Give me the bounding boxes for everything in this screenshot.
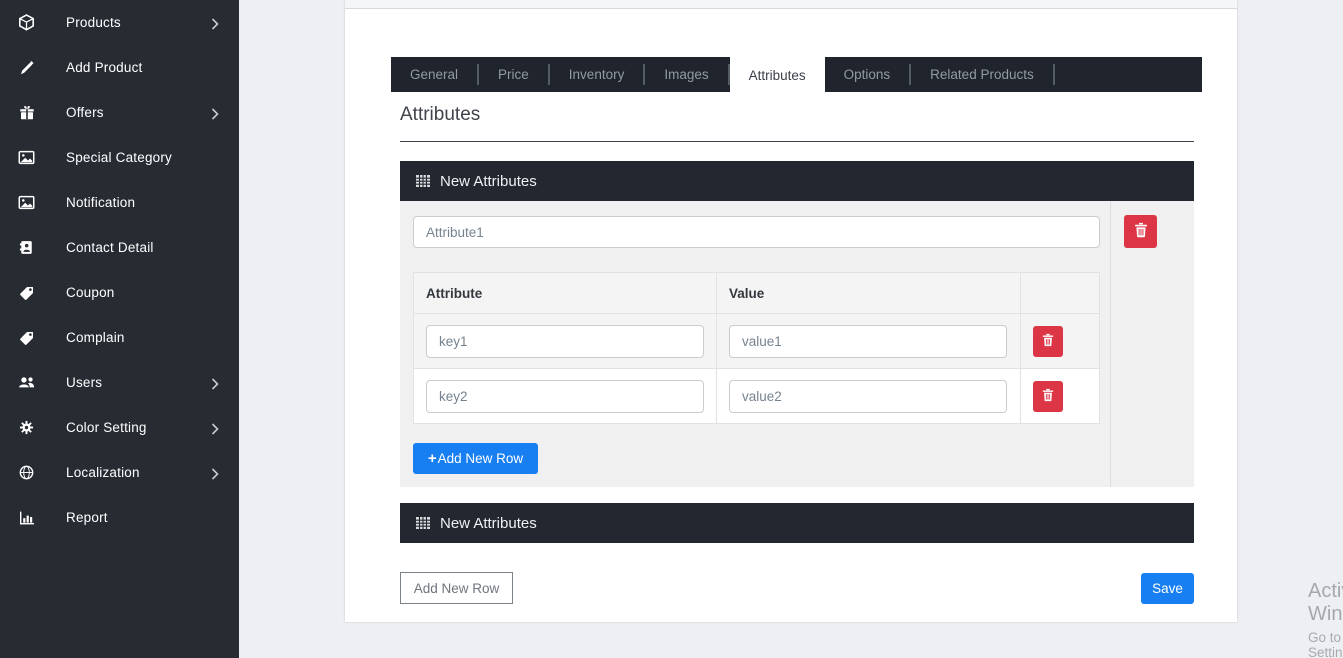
table-grid-icon: [415, 515, 431, 531]
sidebar-item-localization[interactable]: Localization: [0, 450, 239, 495]
trash-icon: [1042, 333, 1054, 350]
attribute-group-title: New Attributes: [440, 173, 537, 190]
gear-icon: [18, 419, 35, 436]
tab-attributes[interactable]: Attributes: [730, 57, 825, 97]
app-screen: Products Add Product Offers Special Cate…: [0, 0, 1343, 658]
globe-icon: [18, 464, 35, 481]
tab-inventory[interactable]: Inventory: [550, 57, 644, 92]
sidebar-item-label: Notification: [66, 195, 135, 210]
delete-row-button[interactable]: [1033, 326, 1063, 357]
main-content: General Price Inventory Images Attribute…: [239, 0, 1343, 658]
attribute-value-input[interactable]: [729, 380, 1007, 413]
attribute-group-title: New Attributes: [440, 515, 537, 532]
chevron-right-icon: [211, 107, 219, 119]
windows-activation-watermark: Activate Windows Go to Settings to activ…: [1308, 580, 1343, 658]
plus-icon: +: [428, 450, 437, 467]
sidebar-item-add-product[interactable]: Add Product: [0, 45, 239, 90]
sidebar-item-label: Offers: [66, 105, 104, 120]
sidebar: Products Add Product Offers Special Cate…: [0, 0, 239, 658]
attribute-group-body: Attribute Value: [400, 201, 1194, 487]
watermark-line1: Activate Windows: [1308, 580, 1343, 626]
title-divider: [400, 141, 1194, 142]
product-edit-card: General Price Inventory Images Attribute…: [345, 0, 1237, 622]
add-new-row-button[interactable]: Add New Row: [400, 572, 513, 604]
sidebar-item-label: Coupon: [66, 285, 115, 300]
cube-icon: [18, 14, 35, 31]
sidebar-item-complain[interactable]: Complain: [0, 315, 239, 360]
attribute-group-name-input[interactable]: [413, 216, 1100, 248]
chevron-right-icon: [211, 17, 219, 29]
address-book-icon: [18, 239, 35, 256]
attributes-table: Attribute Value: [413, 272, 1100, 424]
sidebar-item-offers[interactable]: Offers: [0, 90, 239, 135]
attribute-key-input[interactable]: [426, 380, 704, 413]
panel-vertical-divider: [1110, 201, 1111, 487]
table-header-row: Attribute Value: [414, 273, 1100, 314]
image-icon: [18, 194, 35, 211]
delete-row-button[interactable]: [1033, 381, 1063, 412]
page-title: Attributes: [400, 104, 480, 126]
tab-price[interactable]: Price: [479, 57, 548, 92]
sidebar-item-label: Complain: [66, 330, 125, 345]
column-header-attribute: Attribute: [414, 273, 717, 314]
tab-separator: [1053, 64, 1055, 85]
tag-icon: [18, 329, 35, 346]
sidebar-item-label: Report: [66, 510, 108, 525]
attribute-value-input[interactable]: [729, 325, 1007, 358]
column-header-value: Value: [717, 273, 1021, 314]
sidebar-item-label: Localization: [66, 465, 140, 480]
tab-images[interactable]: Images: [645, 57, 727, 92]
table-row: [414, 314, 1100, 369]
delete-attribute-group-button[interactable]: [1124, 215, 1157, 248]
users-icon: [18, 374, 35, 391]
chevron-right-icon: [211, 377, 219, 389]
sidebar-item-report[interactable]: Report: [0, 495, 239, 540]
watermark-line2: Go to Settings to activate Windows.: [1308, 630, 1343, 658]
tab-general[interactable]: General: [391, 57, 477, 92]
sidebar-item-special-category[interactable]: Special Category: [0, 135, 239, 180]
gift-icon: [18, 104, 35, 121]
tab-related-products[interactable]: Related Products: [911, 57, 1053, 92]
product-tabbar: General Price Inventory Images Attribute…: [391, 57, 1202, 92]
sidebar-item-label: Users: [66, 375, 102, 390]
save-button[interactable]: Save: [1141, 573, 1194, 604]
chevron-right-icon: [211, 467, 219, 479]
card-top-strip: [345, 0, 1237, 9]
column-header-actions: [1020, 273, 1099, 314]
bar-chart-icon: [18, 509, 35, 526]
tab-options[interactable]: Options: [825, 57, 910, 92]
pen-icon: [18, 59, 35, 76]
table-row: [414, 369, 1100, 424]
sidebar-item-label: Add Product: [66, 60, 143, 75]
trash-icon: [1042, 388, 1054, 405]
sidebar-item-label: Contact Detail: [66, 240, 154, 255]
attribute-group-header-2[interactable]: New Attributes: [400, 503, 1194, 543]
add-new-row-inner-label: Add New Row: [438, 451, 524, 466]
image-icon: [18, 149, 35, 166]
sidebar-item-contact-detail[interactable]: Contact Detail: [0, 225, 239, 270]
tag-icon: [18, 284, 35, 301]
sidebar-item-users[interactable]: Users: [0, 360, 239, 405]
sidebar-item-label: Products: [66, 15, 121, 30]
sidebar-item-color-setting[interactable]: Color Setting: [0, 405, 239, 450]
sidebar-item-label: Special Category: [66, 150, 172, 165]
trash-icon: [1134, 222, 1148, 241]
attribute-group-header-1[interactable]: New Attributes: [400, 161, 1194, 201]
add-new-row-inner-button[interactable]: +Add New Row: [413, 443, 538, 474]
table-grid-icon: [415, 173, 431, 189]
sidebar-item-label: Color Setting: [66, 420, 147, 435]
chevron-right-icon: [211, 422, 219, 434]
sidebar-item-products[interactable]: Products: [0, 0, 239, 45]
sidebar-item-coupon[interactable]: Coupon: [0, 270, 239, 315]
attribute-key-input[interactable]: [426, 325, 704, 358]
sidebar-item-notification[interactable]: Notification: [0, 180, 239, 225]
